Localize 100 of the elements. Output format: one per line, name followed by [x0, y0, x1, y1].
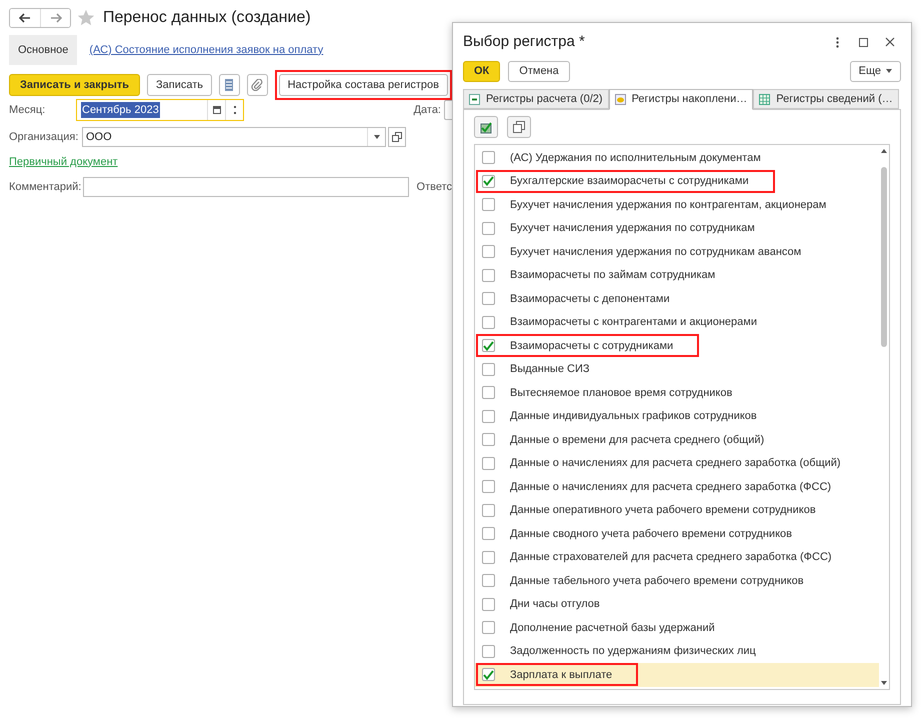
list-button[interactable]	[219, 74, 240, 96]
list-row[interactable]: Взаиморасчеты с депонентами	[475, 287, 879, 310]
list-row[interactable]: Данные о начислениях для расчета среднего заработка (ФСС)	[475, 475, 879, 498]
register-name: Дни часы отгулов	[510, 597, 600, 612]
checkbox[interactable]	[482, 550, 495, 564]
checkbox[interactable]	[482, 174, 495, 188]
uncheck-all-button[interactable]	[507, 116, 531, 138]
field-label: Организация:	[9, 130, 80, 145]
register-name: Выданные СИЗ	[510, 362, 590, 377]
checkbox[interactable]	[482, 268, 495, 282]
register-name: Данные о начислениях для расчета среднего заработка (общий)	[510, 456, 841, 471]
checkbox[interactable]	[482, 362, 495, 376]
list-row[interactable]: Данные сводного учета рабочего времени сотрудников	[475, 522, 879, 546]
list-row[interactable]: Бухгалтерские взаиморасчеты с сотрудниками	[475, 170, 879, 193]
checkbox[interactable]	[482, 433, 495, 446]
list-row[interactable]: Данные о начислениях для расчета среднего заработка (общий)	[475, 452, 879, 475]
paperclip-icon	[251, 79, 264, 91]
list-row[interactable]: Выданные СИЗ	[475, 358, 879, 381]
list-row[interactable]: Данные индивидуальных графиков сотрудников	[475, 404, 879, 428]
list-row[interactable]: Дополнение расчетной базы удержаний	[475, 616, 879, 640]
checkbox[interactable]	[482, 644, 495, 658]
list-row[interactable]: Бухучет начисления удержания по сотрудникам	[475, 216, 879, 240]
checkbox[interactable]	[482, 456, 495, 470]
attachment-button[interactable]	[246, 74, 268, 96]
field-value: Сентябрь 2023	[81, 102, 160, 118]
checkbox[interactable]	[482, 386, 495, 400]
list-row[interactable]: Данные оперативного учета рабочего времени сотрудников	[475, 498, 879, 522]
month-field[interactable]: Сентябрь 2023	[76, 99, 244, 121]
checkbox[interactable]	[482, 316, 495, 329]
section-tab[interactable]: (АС) Состояние исполнения заявок на оплату	[87, 35, 326, 65]
list-row[interactable]: Вытесняемое плановое время сотрудников	[475, 381, 879, 404]
list-row[interactable]: Задолженность по удержаниям физических лиц	[475, 640, 879, 663]
checkbox[interactable]	[482, 621, 495, 634]
form-title: Перенос данных (создание)	[103, 8, 311, 28]
open-icon[interactable]	[388, 127, 406, 147]
tab-icon	[759, 94, 770, 104]
comment-field[interactable]	[83, 177, 409, 197]
register-name: Данные о начислениях для расчета среднего заработка (ФСС)	[510, 480, 832, 494]
caret-icon	[886, 69, 892, 73]
maximize-icon[interactable]	[859, 38, 868, 46]
list-row[interactable]: Взаиморасчеты по займам сотрудникам	[475, 264, 879, 287]
list-icon	[225, 79, 234, 91]
register-name: Взаиморасчеты с контрагентами и акционерами	[510, 315, 757, 330]
register-name: Бухучет начисления удержания по сотрудникам авансом	[510, 244, 802, 260]
field-label: Комментарий:	[9, 180, 81, 195]
list-row[interactable]: Взаиморасчеты с контрагентами и акционерами	[475, 310, 879, 334]
list-row[interactable]: Зарплата к выплате	[475, 663, 879, 686]
checkbox[interactable]	[482, 527, 495, 540]
register-name: Взаиморасчеты с депонентами	[510, 292, 670, 306]
checkbox[interactable]	[482, 292, 495, 306]
copy-icon	[513, 121, 525, 133]
checkbox[interactable]	[482, 598, 495, 611]
checkbox[interactable]	[482, 198, 495, 212]
save-and-close-button[interactable]: Записать и закрыть	[9, 74, 140, 96]
register-name: Данные страхователей для расчета среднего заработка (ФСС)	[510, 550, 832, 565]
close-icon[interactable]	[885, 37, 895, 47]
list-row[interactable]: Дни часы отгулов	[475, 592, 879, 616]
field-label: Месяц:	[9, 102, 46, 118]
field-label: Ответс	[416, 180, 452, 195]
more-options-icon[interactable]	[836, 36, 839, 48]
register-name: Задолженность по удержаниям физических лиц	[510, 644, 756, 659]
more-button[interactable]: Еще	[850, 60, 901, 82]
tab-icon	[469, 94, 480, 104]
scroll-down-icon[interactable]	[881, 681, 887, 685]
checkbox[interactable]	[482, 574, 495, 588]
toolbar-button[interactable]: Записать	[147, 74, 212, 96]
scroll-up-icon[interactable]	[881, 149, 887, 153]
tab[interactable]: Регистры сведений (…	[753, 89, 899, 109]
list-row[interactable]: Данные о времени для расчета среднего (общий)	[475, 428, 879, 452]
checkbox[interactable]	[482, 410, 495, 423]
tab[interactable]: Регистры накоплени…	[608, 89, 754, 110]
list-row[interactable]: Взаиморасчеты с сотрудниками	[475, 334, 879, 358]
section-tab[interactable]: Основное	[9, 35, 78, 65]
arrow-left-icon	[19, 13, 31, 23]
checkbox[interactable]	[482, 222, 495, 235]
cancel-button[interactable]: Отмена	[508, 60, 570, 82]
register-name: Дополнение расчетной базы удержаний	[510, 620, 715, 636]
ok-button[interactable]: ОК	[463, 60, 500, 82]
toolbar-button[interactable]: Настройка состава регистров	[278, 74, 448, 96]
register-name: Вытесняемое плановое время сотрудников	[510, 386, 732, 400]
checkbox[interactable]	[482, 668, 495, 682]
checkbox[interactable]	[482, 339, 495, 352]
list-row[interactable]: Данные страхователей для расчета среднего заработка (ФСС)	[475, 546, 879, 569]
star-icon[interactable]	[77, 9, 95, 27]
checkbox[interactable]	[482, 480, 495, 494]
checkbox[interactable]	[482, 504, 495, 517]
checkbox[interactable]	[482, 245, 495, 258]
organization-field[interactable]: ООО	[82, 127, 386, 147]
navigation-buttons[interactable]	[9, 8, 71, 28]
dialog-title: Выбор регистра *	[463, 32, 585, 52]
register-name: Бухучет начисления удержания по сотрудникам	[510, 221, 755, 236]
list-row[interactable]: (АС) Удержания по исполнительным документам	[475, 146, 879, 170]
list-row[interactable]: Данные табельного учета рабочего времени сотрудников	[475, 569, 879, 592]
tab[interactable]: Регистры расчета (0/2)	[463, 89, 609, 109]
check-all-button[interactable]	[474, 116, 498, 138]
list-row[interactable]: Бухучет начисления удержания по контрагентам, акционерам	[475, 193, 879, 216]
checkbox[interactable]	[482, 151, 495, 164]
register-name: Данные сводного учета рабочего времени сотрудников	[510, 526, 792, 542]
register-name: Бухучет начисления удержания по контрагентам, акционерам	[510, 198, 826, 212]
list-row[interactable]: Бухучет начисления удержания по сотрудникам авансом	[475, 240, 879, 264]
